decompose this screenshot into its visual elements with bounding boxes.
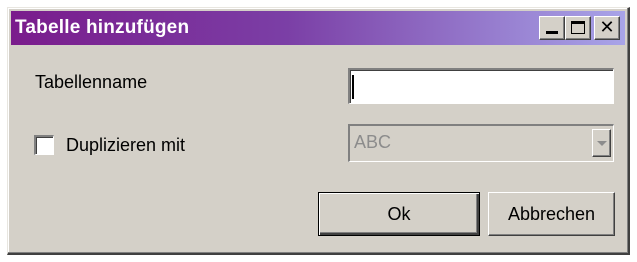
- title-bar[interactable]: Tabelle hinzufügen ✕: [11, 11, 625, 45]
- ok-button[interactable]: Ok: [318, 192, 480, 236]
- table-name-label: Tabellenname: [35, 72, 148, 92]
- table-name-input[interactable]: [348, 68, 614, 104]
- duplicate-label[interactable]: Duplizieren mit: [66, 135, 185, 156]
- maximize-icon: [571, 21, 585, 34]
- dialog-title: Tabelle hinzufügen: [15, 17, 190, 38]
- add-table-dialog: Tabelle hinzufügen ✕ Tabellenname Dupliz…: [7, 7, 630, 255]
- duplicate-checkbox[interactable]: [34, 135, 54, 155]
- chevron-down-icon: [592, 129, 611, 157]
- minimize-icon: [546, 31, 558, 34]
- close-icon: ✕: [599, 17, 615, 38]
- window-controls: ✕: [539, 16, 620, 40]
- minimize-button[interactable]: [539, 16, 565, 40]
- maximize-button[interactable]: [565, 16, 591, 40]
- text-cursor: [352, 75, 354, 99]
- close-button[interactable]: ✕: [594, 16, 620, 40]
- cancel-button[interactable]: Abbrechen: [488, 192, 615, 236]
- duplicate-source-value: ABC: [354, 132, 392, 152]
- duplicate-source-select: ABC: [348, 124, 614, 162]
